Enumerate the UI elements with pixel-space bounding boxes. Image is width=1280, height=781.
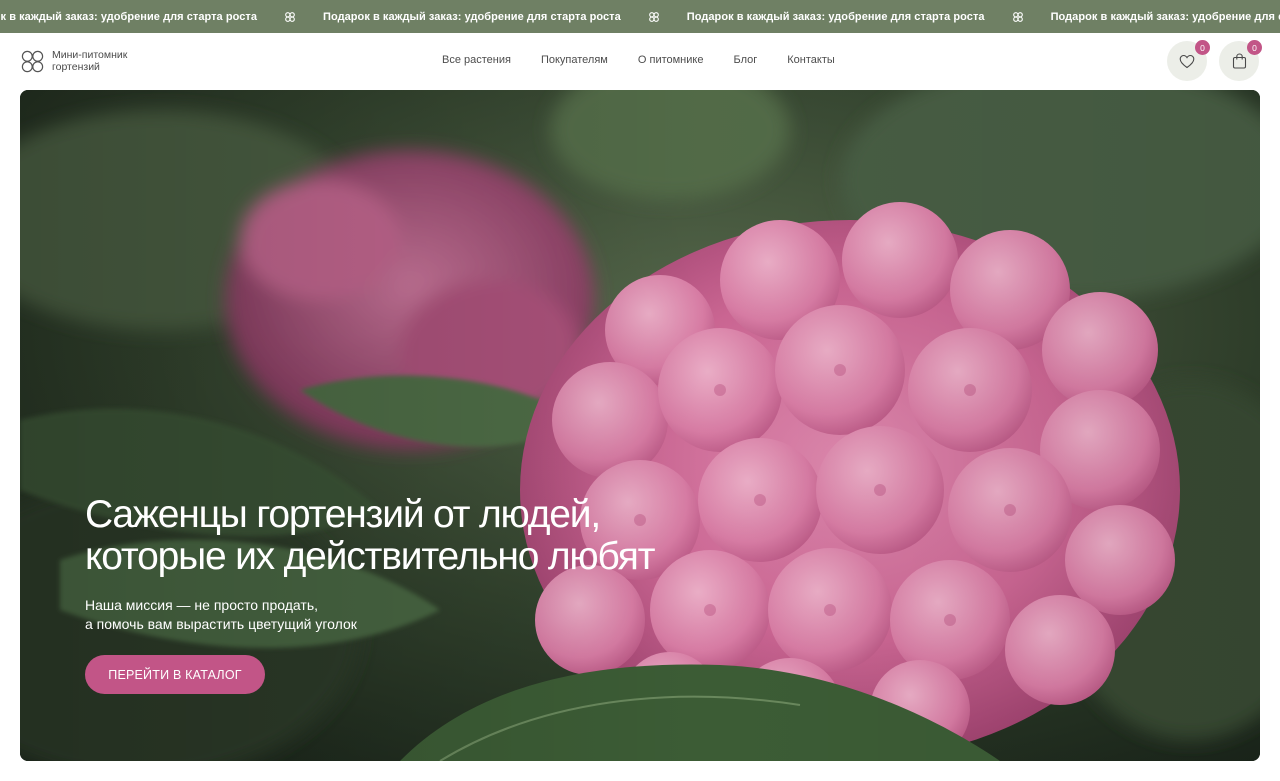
flower-icon [1012, 11, 1023, 22]
nav-item-about[interactable]: О питомнике [638, 54, 704, 66]
ticker-text: Подарок в каждый заказ: удобрение для ст… [323, 10, 621, 23]
favorites-count-badge: 0 [1195, 40, 1210, 55]
hero-title: Саженцы гортензий от людей, которые их д… [85, 494, 785, 578]
ticker-item: Подарок в каждый заказ: удобрение для ст… [323, 11, 687, 23]
ticker-item: рок в каждый заказ: удобрение для старта… [0, 11, 323, 23]
ticker-text: рок в каждый заказ: удобрение для старта… [0, 10, 257, 23]
hero-banner: Саженцы гортензий от людей, которые их д… [20, 90, 1260, 761]
nav-item-blog[interactable]: Блог [733, 54, 757, 66]
cart-button[interactable]: 0 [1219, 40, 1262, 81]
ticker-item: Подарок в каждый заказ: удобрение для ст… [1051, 11, 1280, 23]
flower-icon [648, 11, 659, 22]
nav-item-all-plants[interactable]: Все растения [442, 54, 511, 66]
ticker-text: Подарок в каждый заказ: удобрение для ст… [686, 10, 985, 23]
nav-item-customers[interactable]: Покупателям [541, 54, 608, 66]
site-header: Мини-питомник гортензий Все растения Пок… [0, 33, 1280, 90]
bag-icon [1232, 53, 1246, 69]
main-nav: Все растения Покупателям О питомнике Бло… [442, 54, 865, 66]
hero-title-line: Саженцы гортензий от людей, [85, 493, 601, 536]
ticker-track: рок в каждый заказ: удобрение для старта… [0, 0, 1280, 33]
logo[interactable]: Мини-питомник гортензий [21, 49, 162, 73]
hero-subtitle-line: а помочь вам вырастить цветущий уголок [85, 616, 357, 632]
flower-icon [285, 11, 295, 22]
nav-item-contacts[interactable]: Контакты [787, 54, 835, 66]
hero-subtitle-line: Наша миссия — не просто продать, [85, 597, 319, 613]
catalog-button[interactable]: ПЕРЕЙТИ В КАТАЛОГ [85, 655, 265, 694]
ticker-item: Подарок в каждый заказ: удобрение для ст… [687, 11, 1051, 23]
favorites-button[interactable]: 0 [1167, 40, 1210, 81]
promo-ticker: рок в каждый заказ: удобрение для старта… [0, 0, 1280, 33]
hero-subtitle: Наша миссия — не просто продать, а помоч… [85, 596, 505, 634]
heart-icon [1179, 54, 1195, 68]
ticker-text: Подарок в каждый заказ: удобрение для ст… [1050, 10, 1280, 23]
logo-text: Мини-питомник гортензий [52, 49, 128, 73]
cart-count-badge: 0 [1247, 40, 1262, 55]
flower-icon [21, 50, 44, 73]
hero-title-line: которые их действительно любят [85, 535, 656, 578]
